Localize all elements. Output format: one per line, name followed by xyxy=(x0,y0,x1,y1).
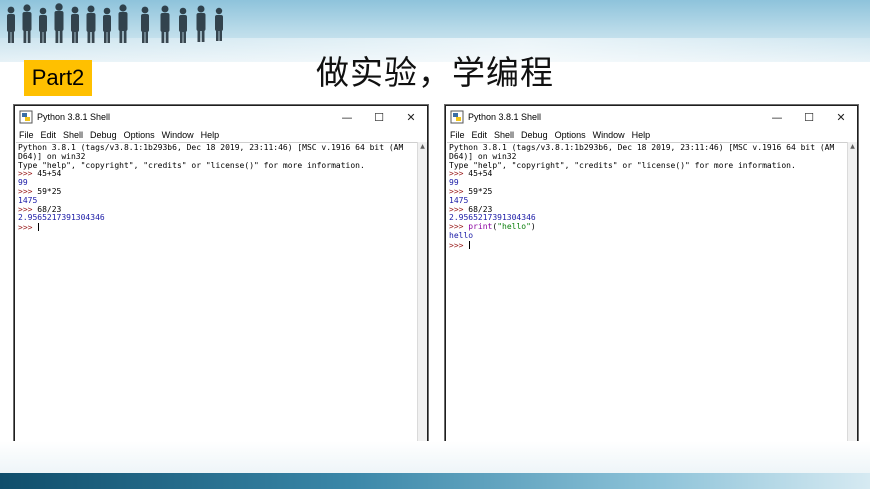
window-title: Python 3.8.1 Shell xyxy=(468,112,542,122)
people-silhouettes-image xyxy=(7,3,223,43)
active-prompt-line[interactable]: >>> xyxy=(18,223,418,232)
input-text: 59*25 xyxy=(468,186,493,196)
minimize-button[interactable]: — xyxy=(331,106,363,128)
scroll-up-arrow-icon[interactable]: ▲ xyxy=(418,142,427,151)
prompt: >>> xyxy=(18,169,38,179)
scroll-up-arrow-icon[interactable]: ▲ xyxy=(848,142,857,151)
output-line: 99 xyxy=(449,178,459,188)
menu-shell[interactable]: Shell xyxy=(63,130,83,140)
output-line: 1475 xyxy=(449,195,469,205)
title-bar[interactable]: Python 3.8.1 Shell — ☐ ✕ xyxy=(446,106,857,128)
vertical-scrollbar[interactable]: ▲ xyxy=(847,142,857,442)
input-text: 45+54 xyxy=(468,169,493,179)
input-line: >>> print("hello") xyxy=(449,222,848,232)
menu-bar: File Edit Shell Debug Options Window Hel… xyxy=(446,128,857,142)
shell-text-area[interactable]: Python 3.8.1 (tags/v3.8.1:1b293b6, Dec 1… xyxy=(447,142,848,442)
menu-window[interactable]: Window xyxy=(162,130,194,140)
prompt: >>> xyxy=(449,186,469,196)
prompt: >>> xyxy=(449,169,469,179)
active-prompt-line[interactable]: >>> xyxy=(449,240,848,250)
idle-shell-window-right[interactable]: Python 3.8.1 Shell — ☐ ✕ File Edit Shell… xyxy=(444,104,859,444)
title-bar[interactable]: Python 3.8.1 Shell — ☐ ✕ xyxy=(15,106,427,128)
menu-help[interactable]: Help xyxy=(201,130,220,140)
slide-title: 做实验，学编程 xyxy=(316,53,554,92)
text-cursor xyxy=(38,223,40,232)
maximize-button[interactable]: ☐ xyxy=(793,106,825,128)
prompt: >>> xyxy=(449,222,469,232)
input-line: >>> 59*25 xyxy=(449,186,848,197)
banner-line: Type "help", "copyright", "credits" or "… xyxy=(18,160,365,170)
menu-help[interactable]: Help xyxy=(632,130,651,140)
output-line: hello xyxy=(449,230,474,240)
output-line: 2.9565217391304346 xyxy=(18,213,105,223)
menu-options[interactable]: Options xyxy=(124,130,155,140)
builtin-name: print xyxy=(468,222,493,232)
prompt: >>> xyxy=(18,223,38,233)
menu-debug[interactable]: Debug xyxy=(521,130,548,140)
input-text: 68/23 xyxy=(37,204,62,214)
vertical-scrollbar[interactable]: ▲ xyxy=(417,142,427,442)
input-line: >>> 45+54 xyxy=(18,169,418,179)
input-line: >>> 59*25 xyxy=(18,186,418,197)
menu-window[interactable]: Window xyxy=(593,130,625,140)
input-text: 59*25 xyxy=(37,186,62,196)
prompt: >>> xyxy=(449,240,469,250)
menu-file[interactable]: File xyxy=(450,130,465,140)
text-cursor xyxy=(469,240,471,249)
menu-file[interactable]: File xyxy=(19,130,34,140)
close-button[interactable]: ✕ xyxy=(825,106,857,128)
input-text: 45+54 xyxy=(37,169,62,179)
input-line: >>> 45+54 xyxy=(449,169,848,179)
menu-bar: File Edit Shell Debug Options Window Hel… xyxy=(15,128,427,142)
string-literal: "hello" xyxy=(497,222,531,232)
minimize-button[interactable]: — xyxy=(761,106,793,128)
prompt: >>> xyxy=(449,204,469,214)
output-line: 99 xyxy=(18,178,28,188)
menu-options[interactable]: Options xyxy=(555,130,586,140)
output-line: 1475 xyxy=(18,195,38,205)
footer-bar xyxy=(0,473,870,489)
menu-debug[interactable]: Debug xyxy=(90,130,117,140)
input-text: 68/23 xyxy=(468,204,493,214)
python-idle-icon xyxy=(450,110,464,124)
close-button[interactable]: ✕ xyxy=(395,106,427,128)
menu-edit[interactable]: Edit xyxy=(41,130,57,140)
prompt: >>> xyxy=(18,186,38,196)
prompt: >>> xyxy=(18,204,38,214)
paren-close: ) xyxy=(530,222,536,232)
menu-edit[interactable]: Edit xyxy=(472,130,488,140)
menu-shell[interactable]: Shell xyxy=(494,130,514,140)
banner-line: Type "help", "copyright", "credits" or "… xyxy=(449,160,796,170)
part-badge: Part2 xyxy=(24,60,92,96)
maximize-button[interactable]: ☐ xyxy=(363,106,395,128)
python-idle-icon xyxy=(19,110,33,124)
shell-text-area[interactable]: Python 3.8.1 (tags/v3.8.1:1b293b6, Dec 1… xyxy=(16,142,418,442)
footer-band xyxy=(0,441,870,473)
idle-shell-window-left[interactable]: Python 3.8.1 Shell — ☐ ✕ File Edit Shell… xyxy=(13,104,429,444)
window-title: Python 3.8.1 Shell xyxy=(37,112,111,122)
